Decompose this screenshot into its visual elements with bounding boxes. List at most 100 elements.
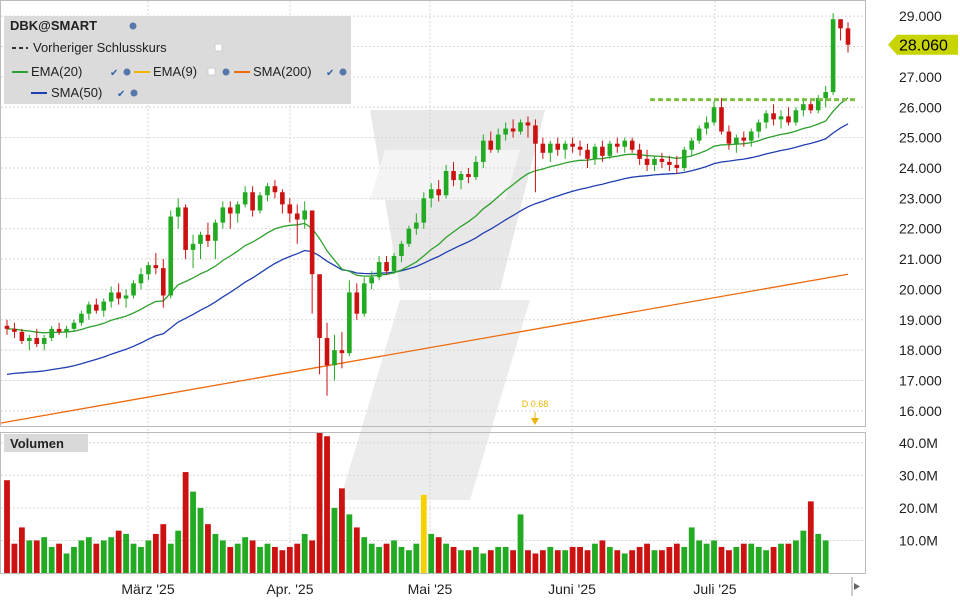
candle-body (763, 113, 769, 123)
candle-body (242, 192, 248, 205)
checkmark-icon[interactable]: ✔ (117, 89, 125, 100)
candle (138, 268, 144, 290)
candle-body (168, 216, 174, 296)
candle (198, 231, 203, 260)
candle-body (250, 192, 255, 211)
candle (533, 119, 538, 193)
volume-bar (100, 540, 107, 573)
candle (659, 152, 665, 168)
candle-body (719, 107, 724, 132)
candle-body (525, 122, 531, 126)
candle (577, 140, 583, 156)
price-tick-label: 22.000 (899, 221, 942, 237)
candle (183, 204, 188, 260)
candle-body (466, 174, 471, 178)
checkmark-icon[interactable]: ✔ (326, 68, 334, 79)
checkbox-icon[interactable] (214, 43, 223, 52)
candle-body (838, 19, 843, 29)
globe-icon[interactable] (123, 68, 131, 76)
volume-tick-label: 10.0M (899, 532, 938, 548)
globe-icon[interactable] (130, 89, 138, 97)
legend-ema20: EMA(20) (31, 64, 82, 79)
checkmark-icon[interactable]: ✔ (110, 68, 118, 79)
candle-body (428, 189, 434, 199)
candle (160, 259, 166, 308)
volume-bar (532, 553, 539, 573)
price-tick-label: 27.000 (899, 69, 942, 85)
candle-body (711, 107, 717, 123)
candle-body (220, 207, 226, 223)
candle-body (146, 265, 151, 275)
candle-body (79, 313, 84, 323)
candle-body (614, 143, 620, 147)
volume-bar (234, 543, 241, 573)
candle-body (391, 256, 397, 272)
volume-bar (324, 436, 330, 573)
candle (384, 256, 389, 275)
volume-bar (606, 546, 613, 573)
candle-body (332, 350, 337, 366)
candle (793, 107, 799, 126)
candle (257, 192, 263, 214)
volume-bar (517, 514, 524, 573)
volume-bar (443, 543, 450, 573)
candle-body (361, 283, 367, 314)
volume-bar (361, 537, 368, 573)
volume-bar (63, 553, 70, 573)
volume-bar (428, 533, 435, 573)
volume-bar (286, 546, 293, 573)
candle (131, 280, 136, 299)
candle-body (339, 350, 345, 354)
scroll-right-button[interactable] (851, 577, 860, 596)
volume-bar (264, 543, 271, 573)
volume-bar (368, 543, 375, 573)
candle (763, 110, 769, 129)
volume-bar (242, 537, 249, 573)
globe-icon[interactable] (339, 68, 347, 76)
volume-bar (4, 480, 10, 573)
globe-icon[interactable] (222, 68, 230, 76)
candle-body (555, 143, 561, 150)
candle-body (227, 207, 233, 214)
volume-bar (793, 540, 799, 573)
candle-body (131, 283, 136, 296)
volume-bar (272, 546, 278, 573)
candle-body (108, 292, 114, 302)
candle (540, 137, 546, 159)
candle-body (347, 292, 352, 354)
candle-body (369, 277, 374, 284)
volume-bar (391, 540, 397, 573)
volume-bar (525, 550, 531, 573)
candle (585, 143, 590, 168)
volume-bar (666, 546, 673, 573)
candle-body (19, 331, 25, 341)
candle (79, 310, 84, 326)
candle (235, 201, 241, 223)
volume-bar (182, 472, 189, 573)
volume-bar (703, 543, 710, 573)
volume-bar (331, 507, 338, 573)
volume-bar (539, 550, 546, 573)
candle (116, 283, 121, 305)
candle-body (629, 140, 635, 150)
volume-bar (807, 501, 814, 573)
candle (361, 277, 367, 317)
volume-bar (770, 546, 777, 573)
volume-bar (108, 537, 115, 573)
candle-body (309, 210, 315, 275)
checkbox-icon[interactable] (207, 67, 216, 76)
candle-body (845, 28, 851, 45)
arrow-right-icon[interactable] (854, 583, 860, 590)
volume-bar (219, 540, 226, 573)
dividend-marker[interactable]: D 0.68 (522, 399, 549, 425)
volume-bar (502, 546, 509, 573)
candle (280, 189, 285, 214)
candle (354, 283, 360, 320)
volume-bar (227, 546, 234, 573)
volume-legend: Volumen (4, 434, 88, 452)
candle-body (540, 143, 546, 153)
globe-icon[interactable] (129, 22, 137, 30)
candle (652, 155, 657, 171)
price-tick-label: 21.000 (899, 251, 942, 267)
price-tick-label: 29.000 (899, 8, 942, 24)
